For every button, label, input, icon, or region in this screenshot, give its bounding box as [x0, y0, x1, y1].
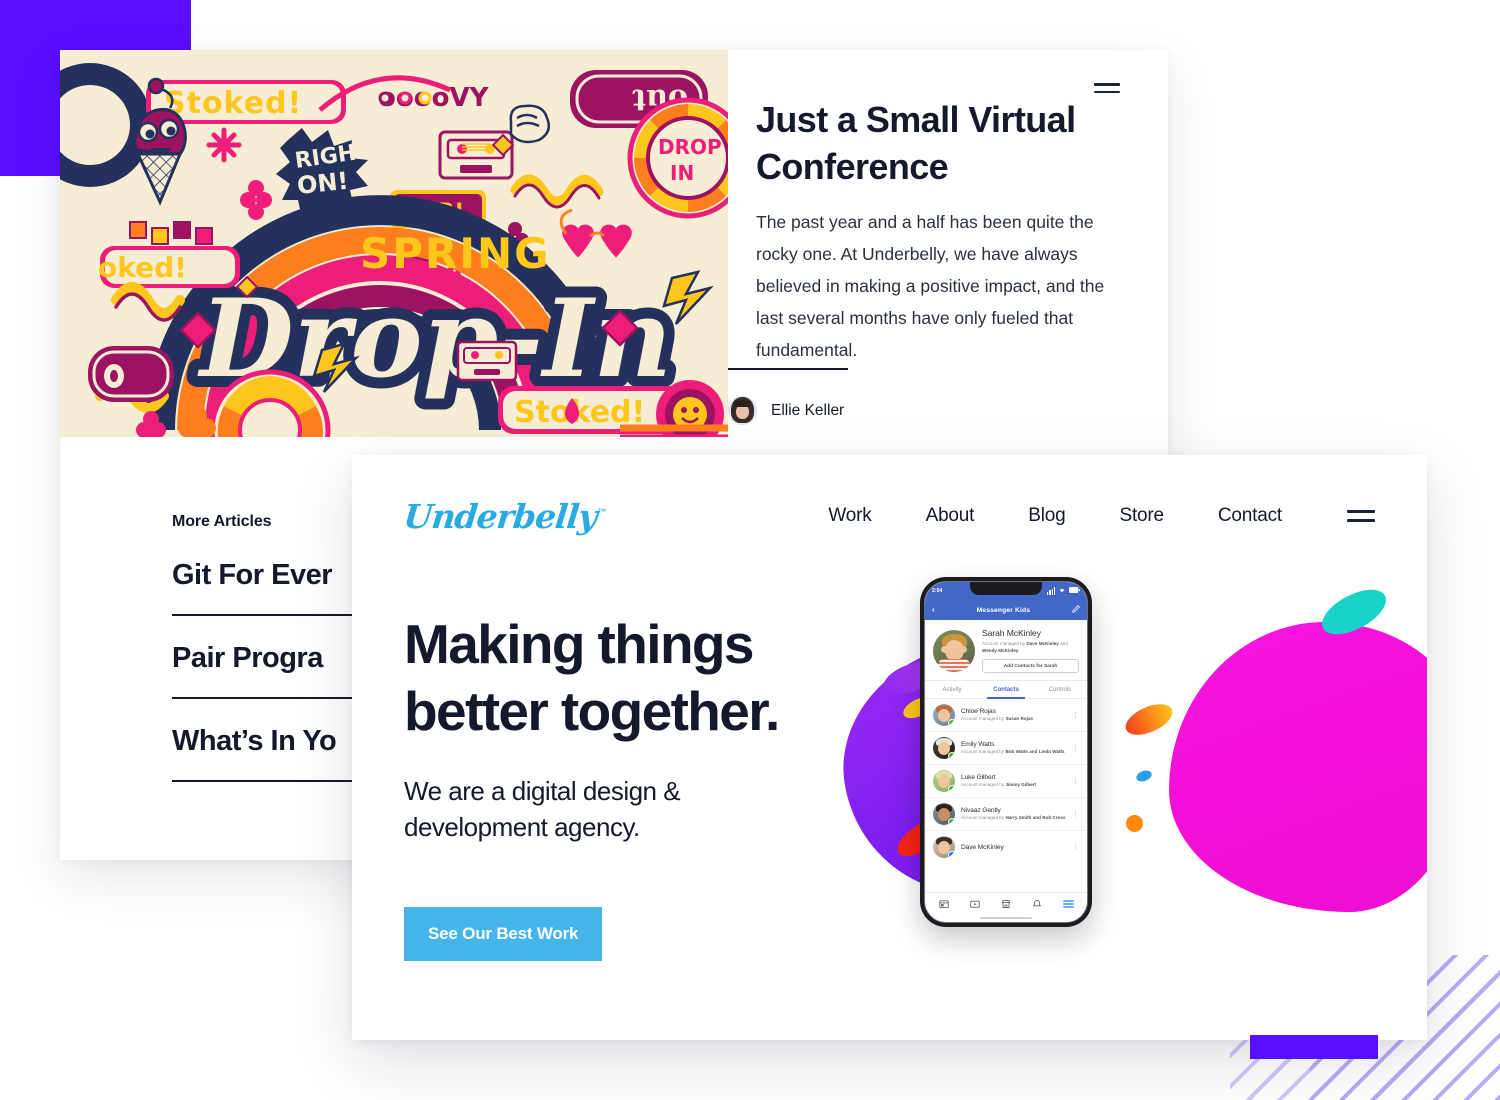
news-feed-icon[interactable]	[939, 899, 950, 909]
page-title: Making things better together.	[404, 611, 824, 745]
avatar	[933, 704, 955, 726]
contacts-list: Chloe Rojas Account managed by Susan Roj…	[925, 699, 1087, 892]
hamburger-menu-icon[interactable]	[1347, 510, 1375, 522]
subhead-line-2: development agency.	[404, 812, 640, 842]
nav-item-blog[interactable]: Blog	[1001, 505, 1092, 527]
home-indicator	[925, 914, 1087, 922]
avatar	[933, 770, 955, 792]
marketplace-store-icon[interactable]	[1001, 899, 1011, 909]
svg-text:IG: IG	[70, 86, 110, 126]
svg-text:IN: IN	[670, 161, 694, 185]
pencil-edit-icon[interactable]	[1072, 605, 1080, 615]
video-play-icon[interactable]	[970, 899, 980, 909]
avatar	[933, 737, 955, 759]
headline-line-2: better together.	[404, 680, 780, 742]
contact-name: Chloe Rojas	[961, 707, 996, 715]
status-time: 2:04	[932, 588, 943, 594]
article-divider	[728, 368, 848, 370]
more-vertical-icon[interactable]: ⋮	[1072, 844, 1079, 851]
cellular-signal-icon	[1047, 587, 1055, 595]
profile-tabs: Activity Contacts Controls	[925, 680, 1087, 699]
page-canvas: IG Stoked! ooooVY RIGHT ON! out DROP IN …	[0, 0, 1500, 1100]
author-name: Ellie Keller	[771, 401, 845, 419]
notifications-bell-icon[interactable]	[1032, 899, 1042, 909]
svg-text:DROP: DROP	[658, 135, 722, 159]
phone-screen: 2:04 ‹ Messenger Kids Sarah McKinley Acc…	[924, 581, 1088, 923]
decor-bar-bottom-right	[1250, 1035, 1378, 1059]
profile-avatar	[933, 629, 975, 672]
orange-yellow-accent-blob	[1121, 697, 1177, 742]
svg-text:Stoked!: Stoked!	[164, 86, 302, 121]
nav-item-about[interactable]: About	[899, 505, 1002, 527]
underbelly-logo[interactable]: Underbelly™	[401, 496, 608, 536]
hero-visual: 2:04 ‹ Messenger Kids Sarah McKinley Acc…	[824, 577, 1427, 1017]
nav-item-work[interactable]: Work	[801, 505, 898, 527]
bottom-navigation-bar	[925, 892, 1087, 914]
more-vertical-icon[interactable]: ⋮	[1072, 745, 1079, 752]
hamburger-menu-icon[interactable]	[1062, 899, 1074, 909]
nav-item-store[interactable]: Store	[1092, 505, 1190, 527]
subhead-line-1: We are a digital design &	[404, 776, 681, 806]
nav-links: Work About Blog Store Contact	[801, 505, 1375, 527]
more-vertical-icon[interactable]: ⋮	[1072, 778, 1079, 785]
logo-text: Underbelly	[401, 496, 599, 536]
app-title: Messenger Kids	[976, 606, 1031, 614]
tab-contacts[interactable]: Contacts	[979, 681, 1033, 699]
magenta-blob	[1169, 622, 1427, 912]
list-item[interactable]: Luke Gilbert Account managed by Jimmy Gi…	[925, 765, 1087, 798]
site-hero: Making things better together. We are a …	[352, 577, 1427, 1017]
profile-managed-by: Account managed by Dave McKinley and Wen…	[982, 641, 1068, 653]
avatar	[933, 803, 955, 825]
add-contacts-button[interactable]: Add Contacts for Sarah	[982, 659, 1079, 673]
list-item[interactable]: Chloe Rojas Account managed by Susan Roj…	[925, 699, 1087, 732]
svg-text:oked!: oked!	[98, 251, 187, 284]
author-avatar	[728, 396, 757, 425]
battery-icon	[1069, 587, 1080, 595]
svg-text:SPRING: SPRING	[360, 229, 551, 278]
more-vertical-icon[interactable]: ⋮	[1072, 712, 1079, 719]
article-author: Ellie Keller	[728, 396, 844, 425]
contact-name: Nivaaz Gently	[961, 806, 1001, 814]
contact-name: Luke Gilbert	[961, 773, 996, 781]
nav-item-contact[interactable]: Contact	[1191, 505, 1309, 527]
site-navbar: Underbelly™ Work About Blog Store Contac…	[352, 455, 1427, 577]
article-paragraph: The past year and a half has been quite …	[756, 212, 1105, 360]
app-title-bar: ‹ Messenger Kids	[925, 600, 1087, 620]
wifi-icon	[1058, 587, 1066, 595]
see-our-best-work-button[interactable]: See Our Best Work	[404, 907, 603, 961]
profile-header: Sarah McKinley Account managed by Dave M…	[925, 620, 1087, 680]
contact-name: Emily Watts	[961, 740, 995, 748]
profile-name: Sarah McKinley	[982, 628, 1041, 638]
article-top-row: IG Stoked! ooooVY RIGHT ON! out DROP IN …	[60, 50, 1168, 437]
tab-controls[interactable]: Controls	[1033, 681, 1087, 698]
contact-name: Dave McKinley	[961, 843, 1004, 851]
hero-subhead: We are a digital design & development ag…	[404, 773, 824, 845]
headline-line-1: Making things	[404, 613, 755, 675]
phone-notch	[970, 582, 1042, 595]
website-card: Underbelly™ Work About Blog Store Contac…	[352, 455, 1427, 1040]
article-body: Just a Small Virtual Conference The past…	[728, 50, 1168, 437]
phone-mockup: 2:04 ‹ Messenger Kids Sarah McKinley Acc…	[920, 577, 1092, 927]
orange-dot-accent	[1126, 815, 1143, 832]
hero-copy: Making things better together. We are a …	[404, 577, 824, 1017]
tab-activity[interactable]: Activity	[925, 681, 979, 698]
logo-trademark: ™	[596, 507, 608, 519]
contact-managed-by: Account managed by Harry Smith and Rob C…	[961, 814, 1066, 820]
article-title: Just a Small Virtual Conference	[756, 99, 1076, 187]
list-item[interactable]: Dave McKinley ⋮	[925, 831, 1087, 863]
svg-text:ooooVY: ooooVY	[378, 83, 490, 113]
list-item[interactable]: Nivaaz Gently Account managed by Harry S…	[925, 798, 1087, 831]
list-item[interactable]: Emily Watts Account managed by Bob Watts…	[925, 732, 1087, 765]
spring-drop-in-hero-image: IG Stoked! ooooVY RIGHT ON! out DROP IN …	[60, 50, 728, 437]
contact-managed-by: Account managed by Bob Watts and Linda W…	[961, 748, 1065, 754]
avatar	[933, 836, 955, 858]
contact-managed-by: Account managed by Jimmy Gilbert	[961, 781, 1037, 787]
more-vertical-icon[interactable]: ⋮	[1072, 811, 1079, 818]
article-hamburger-menu-icon[interactable]	[1094, 83, 1120, 93]
contact-managed-by: Account managed by Susan Rojas	[961, 715, 1034, 721]
svg-text:ON!: ON!	[296, 167, 350, 200]
blue-dot-accent	[1134, 768, 1154, 784]
chevron-left-icon[interactable]: ‹	[932, 606, 935, 614]
